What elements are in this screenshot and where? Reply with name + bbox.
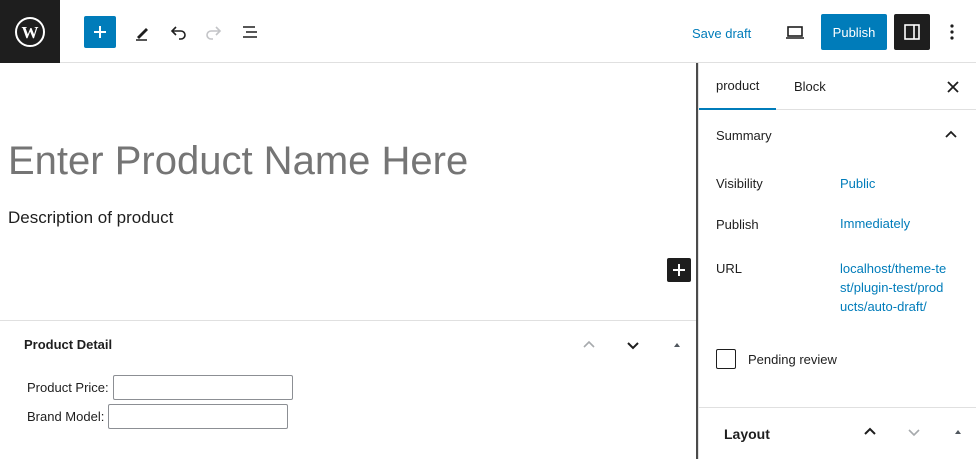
tab-product[interactable]: product — [699, 63, 777, 110]
toggle-panel-button[interactable] — [665, 333, 689, 357]
redo-icon — [206, 26, 222, 40]
save-draft-button[interactable]: Save draft — [692, 20, 751, 46]
url-value-link[interactable]: localhost/theme-test/plugin-test/product… — [840, 259, 950, 316]
desktop-icon — [786, 26, 804, 39]
summary-title: Summary — [716, 127, 772, 143]
layout-move-down-button[interactable] — [902, 420, 926, 444]
product-price-row: Product Price: — [27, 375, 293, 400]
product-price-label: Product Price: — [27, 380, 109, 395]
more-vertical-icon — [950, 24, 954, 40]
redo-button[interactable] — [202, 20, 226, 44]
undo-button[interactable] — [166, 20, 190, 44]
tab-block[interactable]: Block — [794, 63, 826, 110]
publish-date-button[interactable]: Immediately — [840, 214, 910, 233]
pencil-icon — [136, 28, 148, 41]
move-up-button[interactable] — [577, 333, 601, 357]
wordpress-icon: W — [15, 16, 45, 47]
layout-move-up-button[interactable] — [858, 420, 882, 444]
block-inserter-button[interactable] — [667, 258, 691, 282]
summary-panel-header[interactable]: Summary — [699, 110, 976, 160]
visibility-value-button[interactable]: Public — [840, 174, 875, 193]
visibility-label: Visibility — [716, 176, 763, 191]
metabox-title: Product Detail — [24, 337, 113, 352]
chevron-up-icon — [864, 427, 876, 435]
close-sidebar-button[interactable] — [941, 75, 965, 99]
document-overview-button[interactable] — [238, 20, 262, 44]
sidebar-tabs: product Block — [699, 63, 976, 110]
product-detail-metabox: Product Detail Product Price: Brand Mode… — [0, 320, 696, 459]
layout-title: Layout — [724, 426, 770, 442]
brand-model-input[interactable] — [108, 404, 289, 429]
settings-button[interactable] — [894, 14, 930, 50]
editor-header: W Save draft Publish — [0, 0, 976, 63]
triangle-up-icon — [955, 430, 961, 434]
sidebar-icon — [904, 24, 920, 40]
close-icon — [947, 81, 959, 93]
move-down-button[interactable] — [621, 333, 645, 357]
chevron-down-icon — [627, 342, 639, 350]
tools-button[interactable] — [130, 20, 154, 44]
brand-model-row: Brand Model: — [27, 404, 289, 429]
svg-text:W: W — [22, 23, 39, 42]
paragraph-block[interactable]: Description of product — [8, 208, 173, 228]
preview-button[interactable] — [783, 20, 807, 44]
pending-review-label: Pending review — [748, 352, 837, 367]
publish-label: Publish — [716, 217, 759, 232]
product-price-input[interactable] — [112, 375, 293, 400]
plus-icon — [673, 264, 685, 276]
triangle-up-icon — [674, 343, 680, 347]
chevron-up-icon — [945, 130, 957, 138]
plus-icon — [94, 26, 106, 38]
list-view-icon — [243, 26, 257, 38]
wordpress-logo[interactable]: W — [0, 0, 60, 63]
undo-icon — [170, 26, 186, 40]
collapse-summary-button[interactable] — [939, 123, 963, 147]
post-title-input[interactable]: Enter Product Name Here — [8, 139, 468, 184]
url-label: URL — [716, 261, 743, 276]
pending-review-checkbox[interactable] — [716, 349, 736, 369]
settings-sidebar: product Block Summary Visibility Public … — [698, 63, 976, 459]
chevron-down-icon — [908, 429, 920, 437]
options-button[interactable] — [940, 18, 964, 46]
brand-model-label: Brand Model: — [27, 409, 105, 424]
layout-toggle-button[interactable] — [946, 420, 970, 444]
layout-panel: Layout — [699, 407, 976, 459]
chevron-up-icon — [583, 340, 595, 348]
add-block-button[interactable] — [84, 16, 116, 48]
publish-button[interactable]: Publish — [821, 14, 887, 50]
